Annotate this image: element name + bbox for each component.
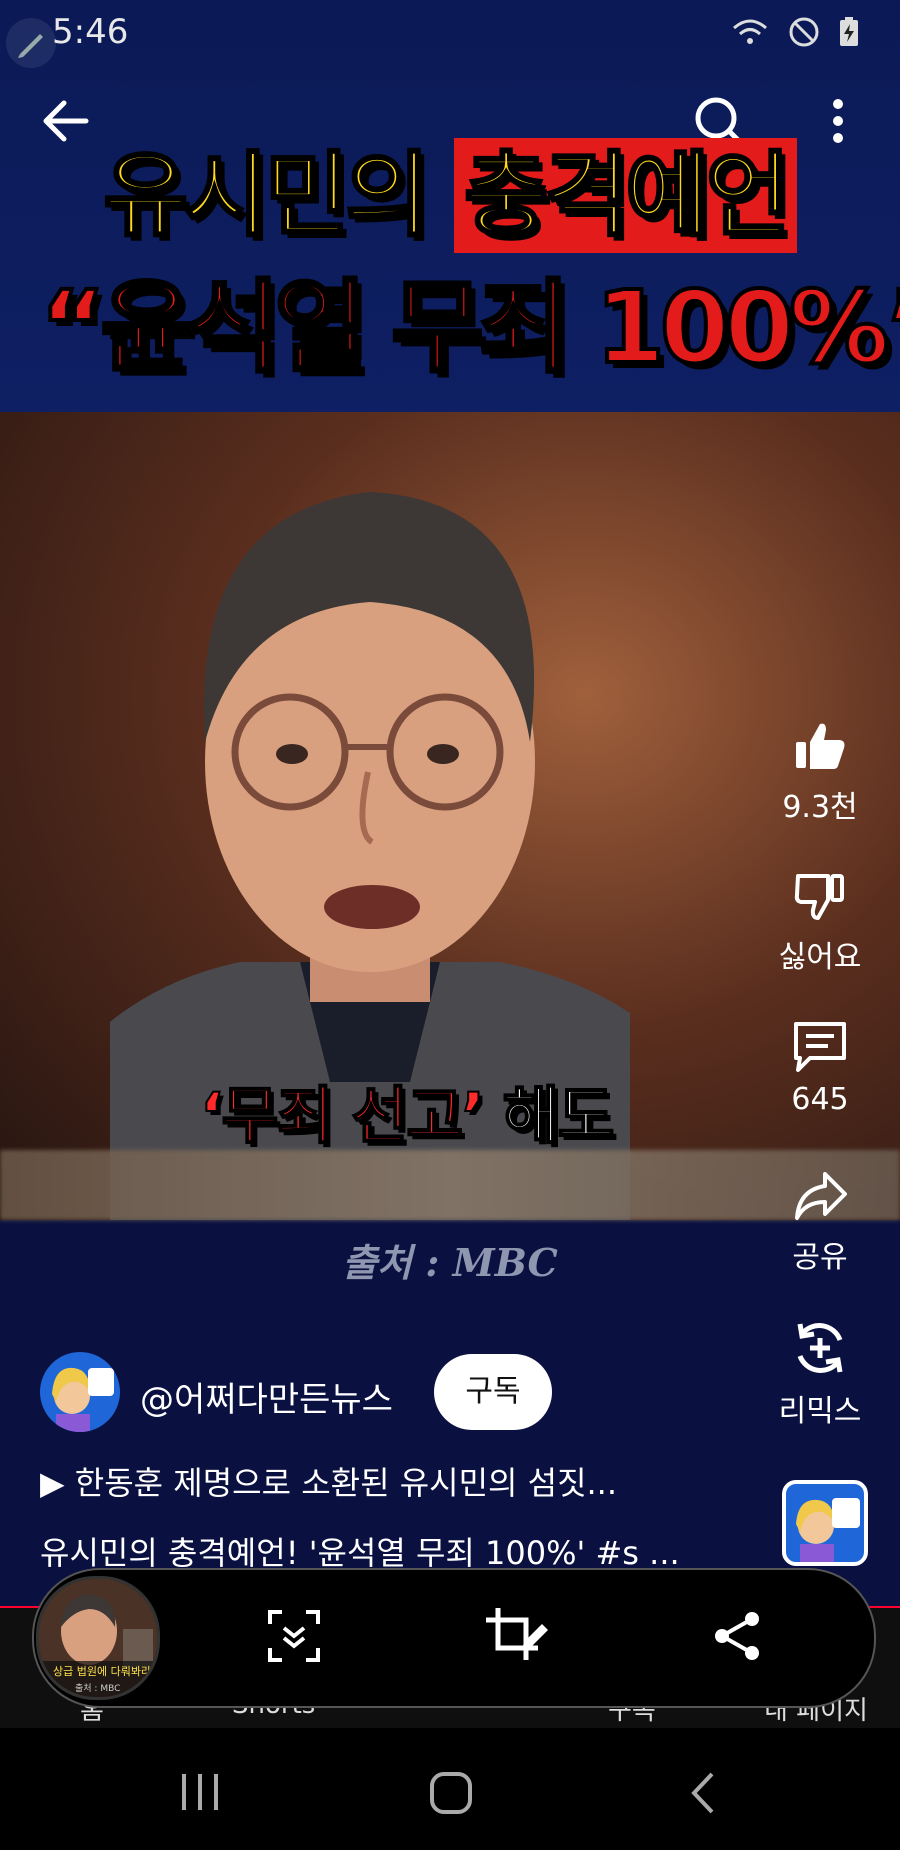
share-arrow-icon [795, 1172, 847, 1220]
banner-title-line1: 유시민의 충격예언 [60, 138, 840, 253]
recent-apps-icon [182, 1774, 218, 1810]
thumbnail-source: 출처 : MBC [75, 1684, 121, 1694]
crop-edit-button[interactable] [484, 1604, 550, 1670]
thumbs-up-icon [796, 723, 845, 769]
channel-mascot-icon [796, 1498, 860, 1562]
subtitle-red: ‘무죄 선고’ [199, 1078, 486, 1153]
comment-button[interactable]: 645 [770, 1018, 870, 1117]
status-bar: 5:46 [0, 0, 900, 68]
back-chevron-icon [691, 1772, 714, 1814]
banner-title-red: 충격예언 [454, 138, 797, 253]
scroll-capture-icon [268, 1610, 320, 1662]
back-arrow-icon [43, 100, 89, 142]
remix-sound-thumbnail[interactable] [782, 1480, 868, 1566]
screenshot-thumbnail[interactable]: 상급 법원에 다뤄봐라 출처 : MBC [36, 1576, 160, 1700]
dislike-label: 싫어요 [778, 940, 862, 975]
dislike-button[interactable]: 싫어요 [770, 868, 870, 976]
remix-label: 리믹스 [778, 1394, 862, 1429]
comment-count: 645 [791, 1082, 849, 1117]
back-nav-button[interactable] [688, 1770, 718, 1820]
like-count: 9.3천 [782, 790, 858, 825]
back-button[interactable] [40, 95, 92, 151]
share-screenshot-button[interactable] [712, 1610, 762, 1666]
subtitle-white: 해도 [482, 1078, 615, 1153]
do-not-disturb-icon [789, 17, 819, 47]
thumbnail-caption: 상급 법원에 다뤄봐라 [53, 1665, 152, 1678]
status-icons [730, 16, 860, 48]
home-icon [430, 1772, 472, 1814]
like-button[interactable]: 9.3천 [770, 718, 870, 826]
related-video-link[interactable]: ▶ 한동훈 제명으로 소환된 유시민의 섬짓... [40, 1458, 617, 1504]
banner-title-line2: “윤석열 무죄 100%” [38, 269, 900, 386]
crop-edit-icon [486, 1608, 548, 1660]
video-source-caption: 출처 : MBC [342, 1240, 558, 1285]
share-label: 공유 [792, 1240, 848, 1275]
video-blur-band [0, 1150, 900, 1220]
remix-icon [797, 1323, 843, 1373]
comment-icon [794, 1022, 846, 1072]
status-time: 5:46 [52, 12, 129, 52]
battery-charging-icon [840, 17, 858, 46]
screenshot-preview-image [39, 1579, 157, 1697]
thumbs-down-icon [794, 874, 844, 920]
pen-icon[interactable] [6, 18, 56, 68]
channel-name[interactable]: @어쩌다만든뉴스 [140, 1372, 393, 1421]
channel-avatar[interactable] [40, 1352, 120, 1432]
home-button[interactable] [428, 1770, 474, 1820]
remix-button[interactable]: 리믹스 [770, 1318, 870, 1430]
share-button[interactable]: 공유 [770, 1168, 870, 1276]
channel-mascot-icon [52, 1367, 114, 1432]
video-subtitle: ‘무죄 선고’ 해도 [199, 1065, 616, 1155]
wifi-icon [733, 19, 767, 44]
banner-title-yellow: 유시민의 [102, 142, 455, 249]
recent-apps-button[interactable] [178, 1772, 222, 1816]
subscribe-button[interactable]: 구독 [434, 1354, 552, 1430]
more-options-button[interactable] [826, 98, 850, 148]
share-icon [715, 1612, 759, 1660]
scroll-capture-button[interactable] [266, 1608, 322, 1668]
more-vert-icon [833, 99, 843, 143]
